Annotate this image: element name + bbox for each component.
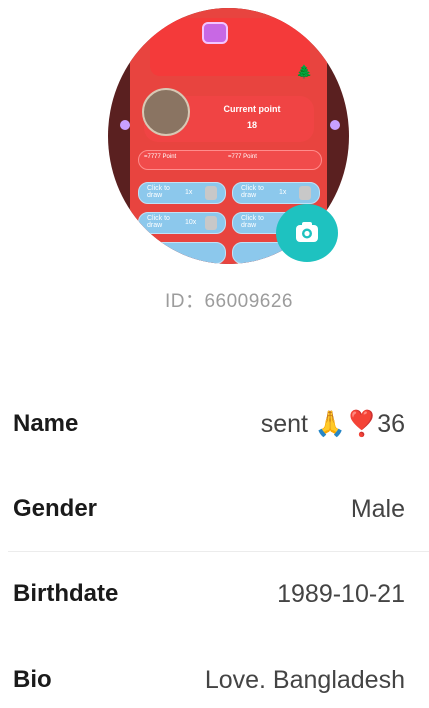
draw-button: Click to draw 1x <box>232 182 320 204</box>
divider <box>8 551 429 552</box>
tree-icon: 🌲 <box>296 64 313 79</box>
birthdate-value: 1989-10-21 <box>277 580 405 608</box>
draw-button <box>138 242 226 264</box>
name-label: Name <box>13 410 79 437</box>
key-icon <box>205 216 217 230</box>
bio-row[interactable]: Bio Love. Bangladesh <box>0 660 429 700</box>
current-point-value: 18 <box>246 120 257 130</box>
birthdate-label: Birthdate <box>13 580 119 607</box>
gender-value: Male <box>350 495 405 523</box>
name-row[interactable]: Name sent 🙏❣️36 <box>0 404 429 444</box>
key-icon <box>299 186 311 200</box>
change-photo-button[interactable] <box>276 204 338 262</box>
key-icon <box>205 186 217 200</box>
camera-icon <box>296 222 318 242</box>
rate-left-text: =7777 Point <box>144 154 177 160</box>
rate-bar <box>138 150 322 170</box>
bead-icon <box>330 120 340 130</box>
avatar-game-header <box>150 18 310 76</box>
user-id: ID：66009626 <box>164 291 294 312</box>
bio-value: Love. Bangladesh <box>204 666 405 694</box>
draw-button: Click to draw 1x <box>138 182 226 204</box>
bead-icon <box>120 120 130 130</box>
draw-button: Click to draw 10x <box>138 212 226 234</box>
birthdate-row[interactable]: Birthdate 1989-10-21 <box>0 574 429 614</box>
treasure-chest-icon <box>202 22 228 44</box>
bio-label: Bio <box>13 666 52 693</box>
game-avatar <box>142 88 190 136</box>
name-value: sent 🙏❣️36 <box>260 410 405 438</box>
gender-label: Gender <box>13 495 98 522</box>
current-point-label: Current point <box>223 104 281 114</box>
gender-row[interactable]: Gender Male <box>0 489 429 529</box>
rate-right-text: =777 Point <box>228 154 257 160</box>
profile-page: 🌲 Current point 18 =7777 Point =777 Poin… <box>0 0 429 708</box>
